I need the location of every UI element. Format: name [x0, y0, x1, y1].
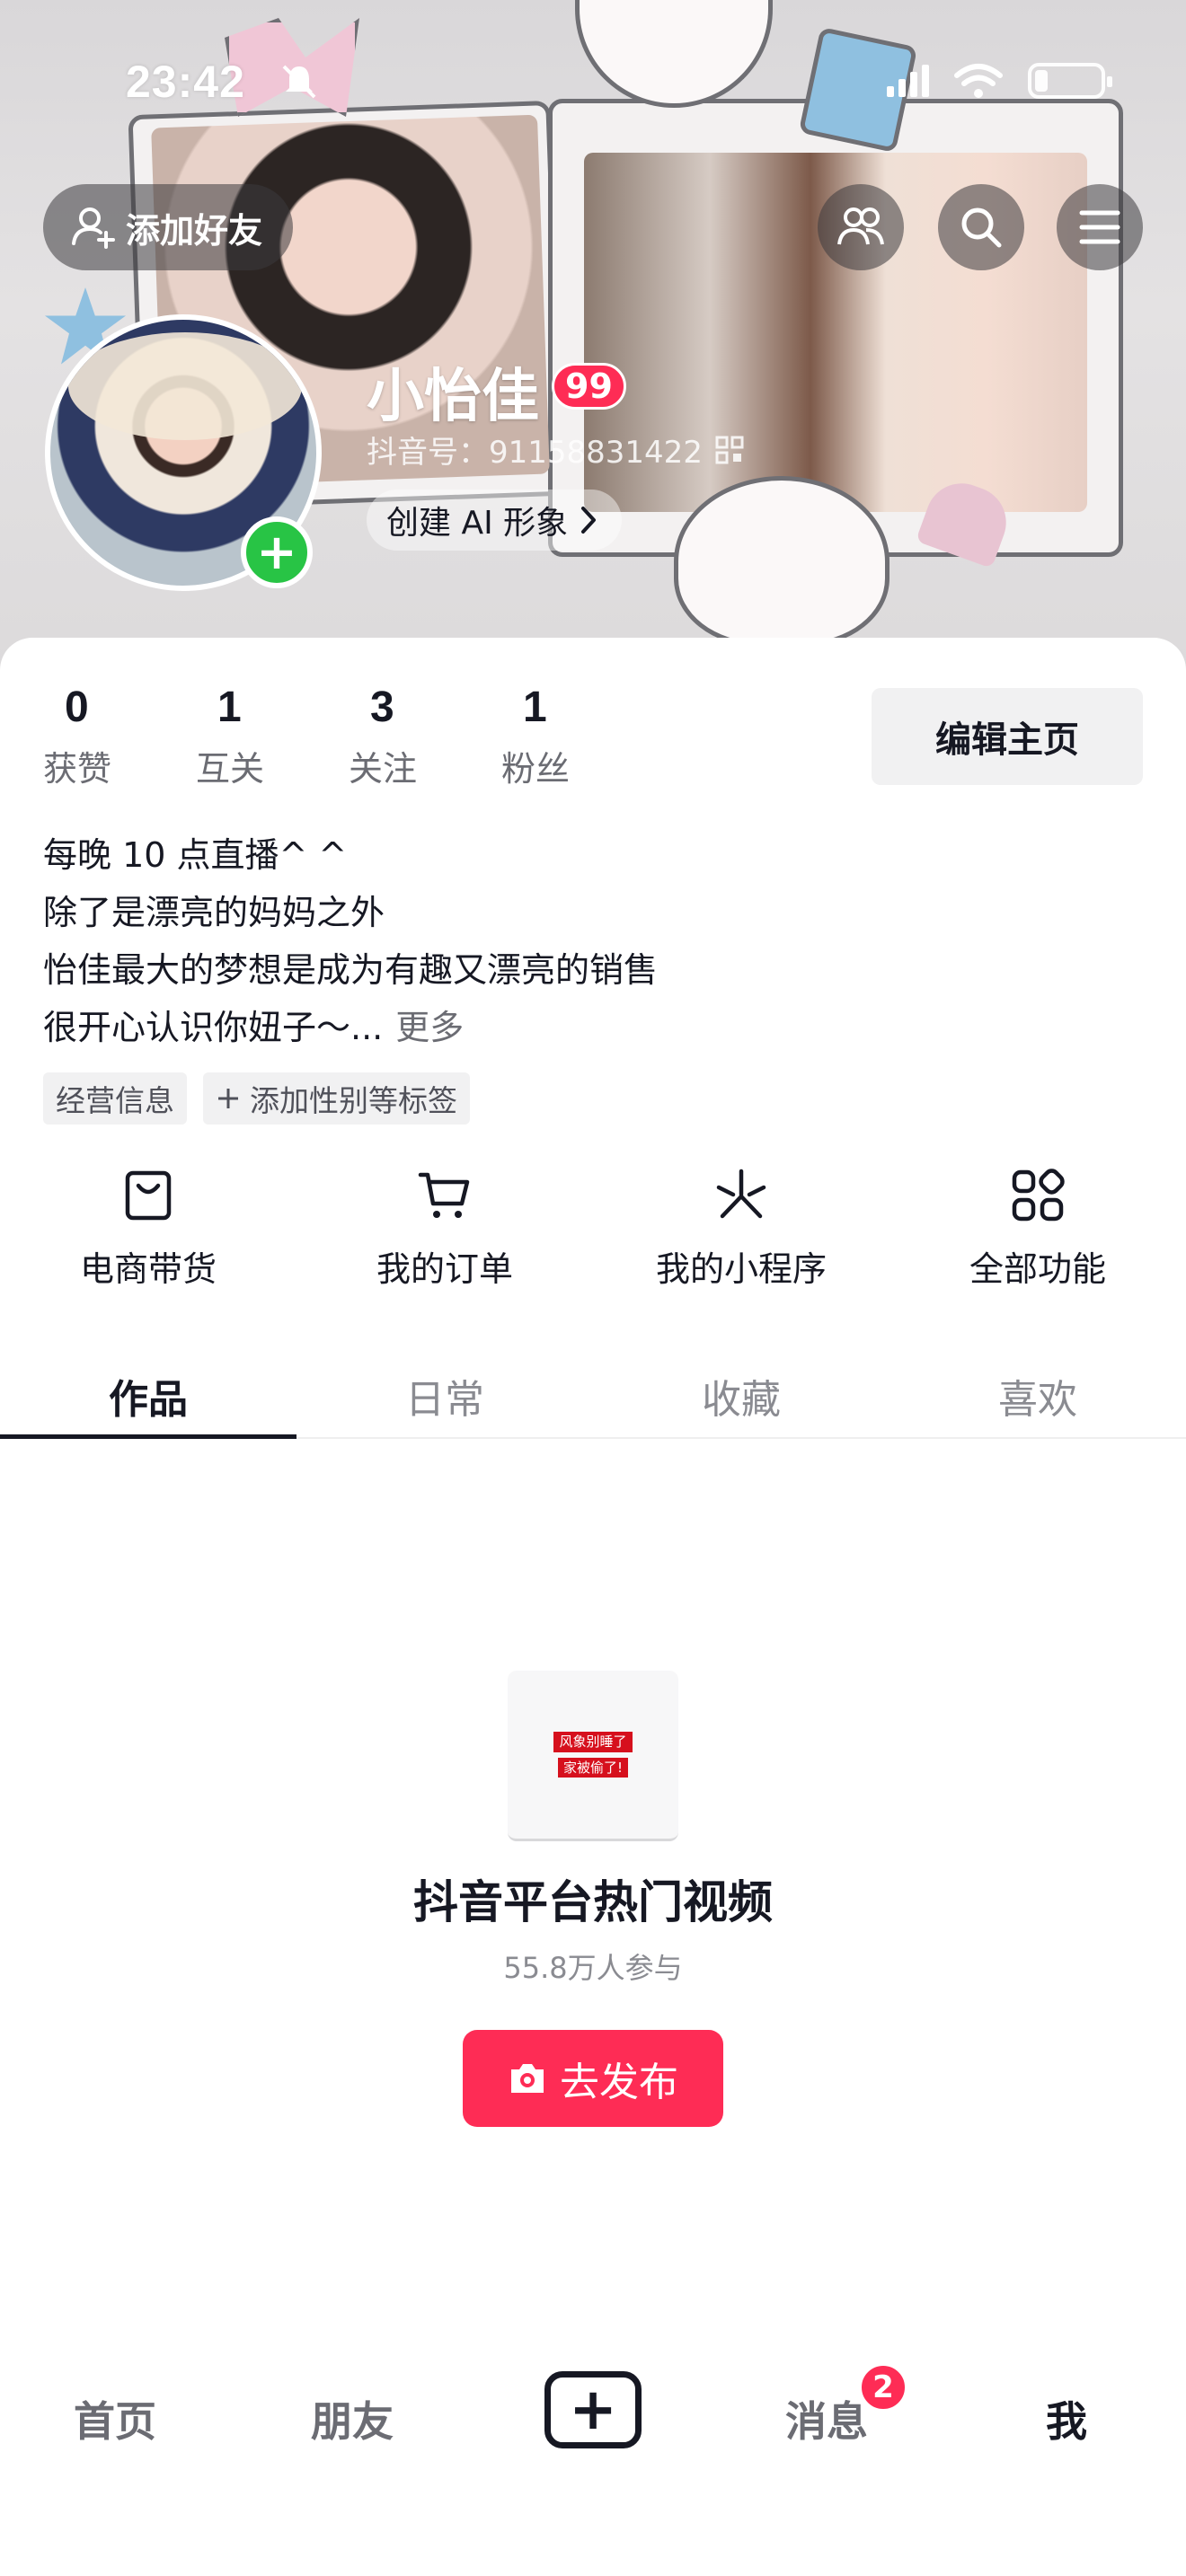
business-info-tag[interactable]: 经营信息	[43, 1072, 187, 1125]
stat-label: 粉丝	[501, 749, 571, 789]
empty-state: 风象别睡了 家被偷了! 抖音平台热门视频 55.8万人参与 去发布	[0, 1671, 1186, 2127]
qr-code-icon	[715, 436, 744, 463]
search-icon	[961, 207, 1002, 248]
grid-icon	[1012, 1169, 1065, 1222]
menu-button[interactable]	[1057, 184, 1143, 270]
bio[interactable]: 每晚 10 点直播^ ^ 除了是漂亮的妈妈之外 怡佳最大的梦想是成为有趣又漂亮的…	[43, 826, 658, 1056]
thumb-caption: 家被偷了!	[557, 1757, 628, 1778]
stat-followers[interactable]: 1 粉丝	[501, 683, 654, 790]
people-icon	[837, 207, 884, 245]
level-badge[interactable]: 99	[552, 363, 626, 410]
nav-home[interactable]: 首页	[74, 2389, 156, 2448]
stat-following[interactable]: 3 关注	[349, 683, 501, 790]
stat-value: 1	[217, 684, 242, 731]
stat-label: 获赞	[43, 749, 112, 789]
tab-likes[interactable]: 喜欢	[890, 1356, 1186, 1437]
cart-icon	[418, 1172, 470, 1218]
hot-video-title: 抖音平台热门视频	[413, 1876, 773, 1928]
stat-value: 3	[370, 684, 394, 731]
hot-video-participants: 55.8万人参与	[503, 1951, 683, 1985]
add-friend-label: 添加好友	[126, 210, 263, 251]
tab-works[interactable]: 作品	[0, 1356, 296, 1439]
bunny-decoration	[575, 0, 773, 108]
nav-friends[interactable]: 朋友	[311, 2389, 394, 2448]
shopping-bag-icon	[125, 1170, 172, 1221]
tab-favorites[interactable]: 收藏	[593, 1356, 890, 1437]
hot-video-thumbnail[interactable]: 风象别睡了 家被偷了!	[508, 1671, 678, 1841]
feature-ecommerce[interactable]: 电商带货	[0, 1168, 296, 1291]
add-user-icon	[72, 207, 115, 249]
feature-label: 全部功能	[969, 1249, 1106, 1289]
profile-name: 小怡佳	[367, 364, 539, 430]
tags-row: 经营信息 添加性别等标签	[43, 1072, 470, 1125]
stat-value: 0	[65, 684, 89, 731]
menu-icon	[1079, 210, 1120, 244]
nav-messages[interactable]: 消息	[785, 2389, 868, 2448]
douyin-id-text: 抖音号：91158831422	[367, 435, 703, 471]
create-button[interactable]: +	[544, 2371, 642, 2448]
stat-likes[interactable]: 0 获赞	[43, 683, 196, 790]
messages-badge: 2	[858, 2362, 908, 2413]
mini-program-icon	[716, 1169, 766, 1219]
feature-label: 我的小程序	[655, 1249, 827, 1289]
tab-daily[interactable]: 日常	[296, 1356, 593, 1437]
feature-label: 我的订单	[376, 1249, 513, 1289]
feature-row: 电商带货 我的订单 我的小程序 全部功能	[0, 1168, 1186, 1291]
plus-icon	[218, 1089, 238, 1108]
battery-icon	[1028, 63, 1112, 99]
stat-value: 1	[523, 684, 547, 731]
publish-label: 去发布	[560, 2060, 678, 2105]
status-time: 23:42	[126, 57, 245, 107]
thumb-caption: 风象别睡了	[553, 1732, 633, 1752]
cellular-signal-icon	[887, 65, 929, 97]
bio-line: 怡佳最大的梦想是成为有趣又漂亮的销售	[43, 950, 659, 990]
feature-label: 电商带货	[79, 1249, 217, 1289]
avatar-photo	[68, 332, 302, 440]
add-tags-button[interactable]: 添加性别等标签	[203, 1072, 470, 1125]
create-ai-avatar-button[interactable]: 创建 AI 形象	[367, 490, 623, 551]
edit-profile-button[interactable]: 编辑主页	[872, 688, 1143, 785]
bio-line-text: 很开心认识你妞子～...	[43, 1008, 384, 1047]
bunny-decoration-bottom	[674, 476, 890, 647]
chevron-right-icon	[581, 507, 597, 534]
bio-line: 除了是漂亮的妈妈之外	[43, 893, 385, 932]
plus-icon: +	[256, 524, 297, 580]
tag-label: 添加性别等标签	[250, 1083, 457, 1118]
publish-button[interactable]: 去发布	[463, 2030, 723, 2127]
nav-me[interactable]: 我	[1046, 2389, 1087, 2448]
wifi-icon	[954, 64, 1003, 98]
feature-all-functions[interactable]: 全部功能	[890, 1168, 1186, 1291]
feature-orders[interactable]: 我的订单	[296, 1168, 593, 1291]
profile-card: 0 获赞 1 互关 3 关注 1 粉丝 编辑主页 每晚 10 点直播^ ^ 除了…	[0, 638, 1186, 2576]
douyin-id[interactable]: 抖音号：91158831422	[367, 428, 744, 472]
stat-label: 关注	[349, 749, 418, 789]
stat-label: 互关	[196, 749, 265, 789]
add-story-button[interactable]: +	[241, 516, 313, 588]
camera-icon	[511, 2064, 544, 2093]
content-tabs: 作品 日常 收藏 喜欢	[0, 1356, 1186, 1439]
tag-label: 经营信息	[56, 1083, 174, 1118]
stats-row: 0 获赞 1 互关 3 关注 1 粉丝	[43, 683, 654, 790]
stat-mutual[interactable]: 1 互关	[196, 683, 349, 790]
status-icons	[887, 63, 1112, 99]
bio-line: 每晚 10 点直播^ ^	[43, 835, 348, 875]
bio-more-link[interactable]: 更多	[395, 1008, 464, 1047]
feature-mini-programs[interactable]: 我的小程序	[593, 1168, 890, 1291]
search-button[interactable]	[938, 184, 1024, 270]
create-ai-avatar-label: 创建 AI 形象	[386, 505, 569, 542]
bio-line-last: 很开心认识你妞子～... 更多	[43, 999, 658, 1056]
friends-button[interactable]	[818, 184, 904, 270]
mute-bell-icon	[282, 65, 316, 99]
bottom-nav: 首页 朋友 + 消息 2 我	[0, 2362, 1186, 2479]
add-friend-button[interactable]: 添加好友	[43, 184, 293, 270]
plus-icon: +	[569, 2377, 617, 2443]
